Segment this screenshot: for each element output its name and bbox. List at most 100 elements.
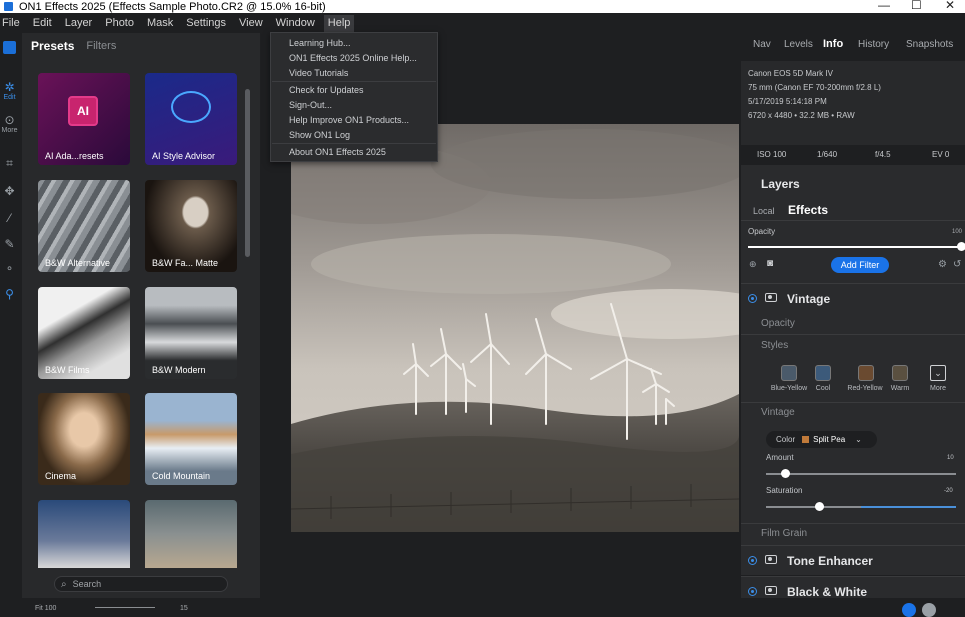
layers-panel: Layers Local Effects Opacity 100 ⊕ ◙ Add… xyxy=(741,165,965,283)
amount-slider[interactable] xyxy=(766,473,956,475)
opacity-slider-knob[interactable] xyxy=(957,242,965,251)
preset-label: Cinema xyxy=(45,471,76,481)
menu-photo[interactable]: Photo xyxy=(101,15,138,32)
visibility-toggle-icon[interactable] xyxy=(748,556,757,565)
tab-effects[interactable]: Effects xyxy=(788,203,828,217)
menu-help-improve[interactable]: Help Improve ON1 Products... xyxy=(289,115,409,125)
preset-thumbnail[interactable] xyxy=(145,500,237,568)
color-swatch xyxy=(802,436,809,443)
tab-info[interactable]: Info xyxy=(823,38,843,50)
image-dimensions: 6720 x 4480 • 32.2 MB • RAW xyxy=(748,109,958,123)
tab-presets[interactable]: Presets xyxy=(31,39,74,53)
mask-icon[interactable]: ◙ xyxy=(767,258,773,269)
menu-online-help[interactable]: ON1 Effects 2025 Online Help... xyxy=(289,53,417,63)
add-filter-button[interactable]: Add Filter xyxy=(831,257,889,273)
menu-learning-hub[interactable]: Learning Hub... xyxy=(289,38,351,48)
bottom-bar: Fit 100 15 xyxy=(0,598,965,611)
maximize-button[interactable]: ☐ xyxy=(911,0,922,12)
search-icon: ⌕ xyxy=(61,579,67,590)
menu-check-updates[interactable]: Check for Updates xyxy=(289,85,364,95)
info-metadata: Canon EOS 5D Mark IV 75 mm (Canon EF 70-… xyxy=(741,61,965,145)
edit-module-button[interactable]: ✲ Edit xyxy=(1,80,18,101)
menu-sign-out[interactable]: Sign-Out... xyxy=(289,100,332,110)
tab-filters[interactable]: Filters xyxy=(86,39,116,53)
preset-ai-style-advisor[interactable]: AI Style Advisor xyxy=(145,73,237,165)
vintage-filter-header[interactable]: Vintage xyxy=(741,283,965,313)
visibility-toggle-icon[interactable] xyxy=(748,587,757,596)
preset-bw-films[interactable]: B&W Films xyxy=(38,287,130,379)
ev-value: EV 0 xyxy=(932,150,949,159)
more-styles-icon[interactable]: ⌄ xyxy=(930,365,946,381)
menu-window[interactable]: Window xyxy=(272,15,319,32)
menu-edit[interactable]: Edit xyxy=(29,15,56,32)
style-cool-swatch[interactable] xyxy=(815,365,831,381)
zoom-tool-icon[interactable]: ⚲ xyxy=(1,287,18,301)
saturation-slider-knob[interactable] xyxy=(815,502,824,511)
presets-scrollbar[interactable] xyxy=(245,89,250,257)
tab-levels[interactable]: Levels xyxy=(784,39,813,50)
saturation-slider[interactable] xyxy=(766,506,956,508)
tone-enhancer-header[interactable]: Tone Enhancer xyxy=(741,545,965,575)
opacity-slider[interactable] xyxy=(748,246,961,248)
chat-bulb-icon xyxy=(171,91,211,123)
more-button[interactable]: ⊙ More xyxy=(1,113,18,134)
tab-local[interactable]: Local xyxy=(753,206,775,216)
photo-canvas[interactable] xyxy=(291,124,739,532)
visibility-toggle-icon[interactable] xyxy=(748,294,757,303)
menu-show-log[interactable]: Show ON1 Log xyxy=(289,130,350,140)
preset-bw-alternative[interactable]: B&W Alternative xyxy=(38,180,130,272)
menu-view[interactable]: View xyxy=(235,15,267,32)
menu-about[interactable]: About ON1 Effects 2025 xyxy=(289,147,386,157)
tab-nav[interactable]: Nav xyxy=(753,39,771,50)
close-button[interactable]: ✕ xyxy=(945,0,955,12)
color-value: Split Pea xyxy=(813,435,845,444)
preset-label: Cold Mountain xyxy=(152,471,210,481)
reset-icon[interactable]: ↺ xyxy=(953,259,961,270)
style-blue-yellow-swatch[interactable] xyxy=(781,365,797,381)
tab-snapshots[interactable]: Snapshots xyxy=(906,39,953,50)
tab-history[interactable]: History xyxy=(858,39,889,50)
preset-thumbnail[interactable] xyxy=(38,500,130,568)
layer-add-icon[interactable]: ⊕ xyxy=(749,259,757,270)
compare-toggle[interactable] xyxy=(922,603,936,617)
browse-icon[interactable] xyxy=(1,41,18,54)
preset-cinema[interactable]: Cinema xyxy=(38,393,130,485)
mask-toggle-icon[interactable] xyxy=(765,586,777,595)
search-input[interactable]: ⌕ Search xyxy=(54,576,228,592)
mask-toggle-icon[interactable] xyxy=(765,293,777,302)
preset-ai-adaptive[interactable]: AI AI Ada...resets xyxy=(38,73,130,165)
preset-label: B&W Films xyxy=(45,365,90,375)
masking-brush-icon[interactable]: ✎ xyxy=(1,237,18,251)
menu-layer[interactable]: Layer xyxy=(61,15,97,32)
menu-video-tutorials[interactable]: Video Tutorials xyxy=(289,68,348,78)
menu-help[interactable]: Help xyxy=(324,15,355,32)
color-dropdown[interactable]: Color Split Pea ⌄ xyxy=(766,431,877,448)
menu-mask[interactable]: Mask xyxy=(143,15,177,32)
mask-toggle-icon[interactable] xyxy=(765,555,777,564)
settings-gear-icon[interactable]: ⚙ xyxy=(938,259,947,270)
style-warm-swatch[interactable] xyxy=(892,365,908,381)
amount-value: 10 xyxy=(947,455,954,461)
brush-tool-icon[interactable]: ⁄ xyxy=(1,211,18,225)
capture-date: 5/17/2019 5:14:18 PM xyxy=(748,95,958,109)
film-grain-label[interactable]: Film Grain xyxy=(761,528,807,539)
transform-tool-icon[interactable]: ✥ xyxy=(1,184,18,198)
style-red-yellow-swatch[interactable] xyxy=(858,365,874,381)
retouch-tool-icon[interactable]: ∘ xyxy=(1,261,18,275)
menu-settings[interactable]: Settings xyxy=(182,15,230,32)
crop-tool-icon[interactable]: ⌗ xyxy=(1,156,18,171)
minimize-button[interactable]: — xyxy=(878,0,890,12)
preset-cold-mountain[interactable]: Cold Mountain xyxy=(145,393,237,485)
more-icon: ⊙ xyxy=(1,113,18,127)
menu-file[interactable]: File xyxy=(0,15,24,32)
menu-separator xyxy=(272,143,436,144)
amount-slider-knob[interactable] xyxy=(781,469,790,478)
preset-bw-modern[interactable]: B&W Modern xyxy=(145,287,237,379)
color-label: Color xyxy=(776,435,795,444)
preset-bw-faded-matte[interactable]: B&W Fa... Matte xyxy=(145,180,237,272)
tone-enhancer-title: Tone Enhancer xyxy=(787,554,873,568)
search-placeholder: Search xyxy=(73,579,102,589)
preview-toggle[interactable] xyxy=(902,603,916,617)
zoom-slider[interactable] xyxy=(95,607,155,608)
aperture-value: f/4.5 xyxy=(875,150,891,159)
